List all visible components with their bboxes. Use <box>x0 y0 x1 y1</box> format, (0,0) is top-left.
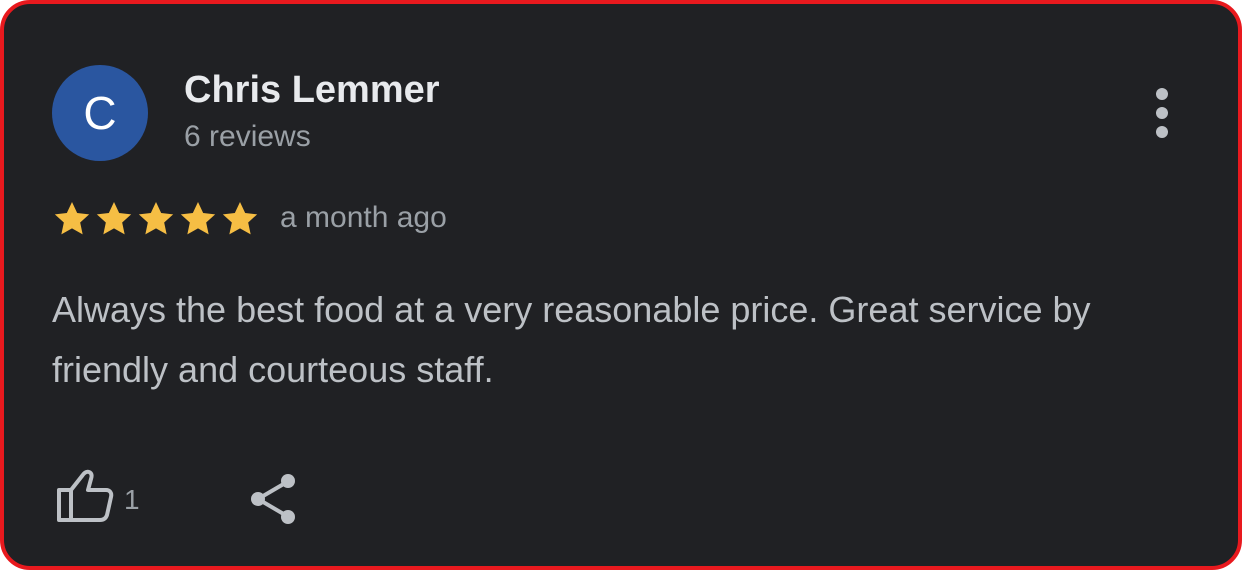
share-button[interactable] <box>244 468 304 528</box>
more-vertical-icon-dot <box>1156 107 1168 119</box>
like-count: 1 <box>124 484 140 515</box>
star-rating <box>52 199 260 239</box>
more-vertical-icon-dot <box>1156 126 1168 138</box>
more-vertical-icon <box>1156 88 1168 100</box>
thumbs-up-icon <box>57 469 114 522</box>
star-icon <box>96 202 132 235</box>
star-icon <box>222 202 258 235</box>
share-icon <box>251 474 295 524</box>
more-options-button[interactable] <box>1142 86 1182 140</box>
review-time: a month ago <box>280 201 447 234</box>
like-button[interactable]: 1 <box>50 466 150 528</box>
star-icon <box>138 202 174 235</box>
review-count: 6 reviews <box>184 120 311 153</box>
review-card: C Chris Lemmer 6 reviews a month ago Alw… <box>0 0 1242 570</box>
review-text: Always the best food at a very reasonabl… <box>52 289 1091 390</box>
author-name[interactable]: Chris Lemmer <box>184 68 440 112</box>
avatar[interactable]: C <box>52 65 148 161</box>
star-icon <box>54 202 90 235</box>
star-icon <box>180 202 216 235</box>
